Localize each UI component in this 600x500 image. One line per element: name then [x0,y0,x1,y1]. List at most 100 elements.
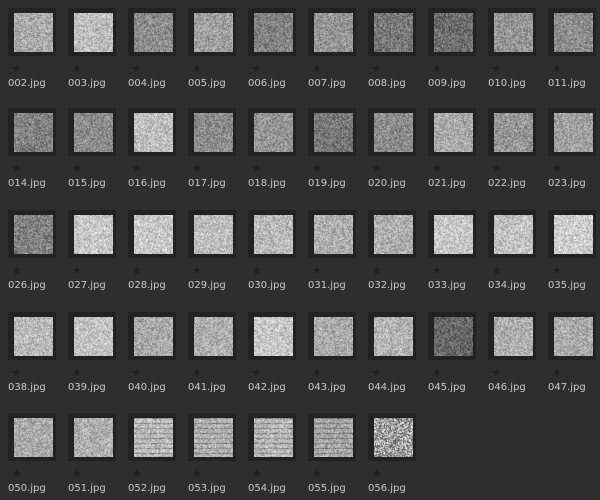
star-rating-icon[interactable]: ★ [132,265,142,277]
star-rating-icon[interactable]: ★ [132,468,142,480]
file-thumbnail-item[interactable]: ★ 040.jpg [128,312,184,402]
star-rating-icon[interactable]: ★ [552,63,562,75]
thumbnail-frame[interactable] [488,108,536,156]
file-thumbnail-item[interactable]: ★ 044.jpg [368,312,424,402]
file-thumbnail-item[interactable]: ★ 009.jpg [428,8,484,98]
thumbnail-frame[interactable] [248,210,296,258]
thumbnail-frame[interactable] [68,210,116,258]
file-thumbnail-item[interactable]: ★ 052.jpg [128,413,184,500]
star-rating-icon[interactable]: ★ [492,265,502,277]
file-thumbnail-item[interactable]: ★ 039.jpg [68,312,124,402]
thumbnail-frame[interactable] [548,8,596,56]
thumbnail-frame[interactable] [188,312,236,360]
star-rating-icon[interactable]: ★ [252,468,262,480]
thumbnail-frame[interactable] [188,108,236,156]
star-rating-icon[interactable]: ★ [312,63,322,75]
star-rating-icon[interactable]: ★ [12,468,22,480]
star-rating-icon[interactable]: ★ [12,367,22,379]
file-thumbnail-item[interactable]: ★ 053.jpg [188,413,244,500]
file-thumbnail-item[interactable]: ★ 010.jpg [488,8,544,98]
thumbnail-frame[interactable] [548,210,596,258]
file-thumbnail-item[interactable]: ★ 034.jpg [488,210,544,300]
file-thumbnail-item[interactable]: ★ 043.jpg [308,312,364,402]
thumbnail-frame[interactable] [8,108,56,156]
thumbnail-frame[interactable] [308,210,356,258]
star-rating-icon[interactable]: ★ [492,163,502,175]
star-rating-icon[interactable]: ★ [192,468,202,480]
thumbnail-frame[interactable] [68,312,116,360]
star-rating-icon[interactable]: ★ [432,163,442,175]
thumbnail-frame[interactable] [368,312,416,360]
star-rating-icon[interactable]: ★ [432,265,442,277]
file-thumbnail-item[interactable]: ★ 023.jpg [548,108,600,198]
file-thumbnail-item[interactable]: ★ 011.jpg [548,8,600,98]
star-rating-icon[interactable]: ★ [192,163,202,175]
file-thumbnail-item[interactable]: ★ 033.jpg [428,210,484,300]
star-rating-icon[interactable]: ★ [132,367,142,379]
star-rating-icon[interactable]: ★ [552,367,562,379]
thumbnail-frame[interactable] [248,108,296,156]
thumbnail-frame[interactable] [308,413,356,461]
file-thumbnail-item[interactable]: ★ 031.jpg [308,210,364,300]
thumbnail-frame[interactable] [428,8,476,56]
thumbnail-frame[interactable] [128,108,176,156]
thumbnail-frame[interactable] [248,312,296,360]
file-thumbnail-item[interactable]: ★ 022.jpg [488,108,544,198]
star-rating-icon[interactable]: ★ [552,265,562,277]
thumbnail-frame[interactable] [68,8,116,56]
thumbnail-frame[interactable] [368,413,416,461]
thumbnail-frame[interactable] [68,413,116,461]
thumbnail-frame[interactable] [188,210,236,258]
star-rating-icon[interactable]: ★ [552,163,562,175]
star-rating-icon[interactable]: ★ [72,265,82,277]
file-thumbnail-item[interactable]: ★ 017.jpg [188,108,244,198]
star-rating-icon[interactable]: ★ [72,163,82,175]
thumbnail-frame[interactable] [368,210,416,258]
file-thumbnail-item[interactable]: ★ 015.jpg [68,108,124,198]
star-rating-icon[interactable]: ★ [312,163,322,175]
star-rating-icon[interactable]: ★ [252,163,262,175]
file-thumbnail-item[interactable]: ★ 018.jpg [248,108,304,198]
file-thumbnail-item[interactable]: ★ 051.jpg [68,413,124,500]
star-rating-icon[interactable]: ★ [372,63,382,75]
thumbnail-frame[interactable] [68,108,116,156]
file-thumbnail-item[interactable]: ★ 050.jpg [8,413,64,500]
thumbnail-frame[interactable] [128,312,176,360]
file-thumbnail-item[interactable]: ★ 016.jpg [128,108,184,198]
star-rating-icon[interactable]: ★ [312,265,322,277]
thumbnail-frame[interactable] [188,8,236,56]
file-thumbnail-item[interactable]: ★ 003.jpg [68,8,124,98]
thumbnail-frame[interactable] [8,413,56,461]
star-rating-icon[interactable]: ★ [372,265,382,277]
thumbnail-frame[interactable] [548,312,596,360]
star-rating-icon[interactable]: ★ [72,63,82,75]
file-thumbnail-item[interactable]: ★ 005.jpg [188,8,244,98]
thumbnail-frame[interactable] [8,8,56,56]
star-rating-icon[interactable]: ★ [432,63,442,75]
file-thumbnail-item[interactable]: ★ 041.jpg [188,312,244,402]
star-rating-icon[interactable]: ★ [72,468,82,480]
thumbnail-frame[interactable] [428,312,476,360]
file-thumbnail-item[interactable]: ★ 002.jpg [8,8,64,98]
file-thumbnail-item[interactable]: ★ 056.jpg [368,413,424,500]
star-rating-icon[interactable]: ★ [252,367,262,379]
file-thumbnail-item[interactable]: ★ 042.jpg [248,312,304,402]
file-thumbnail-item[interactable]: ★ 055.jpg [308,413,364,500]
file-thumbnail-item[interactable]: ★ 008.jpg [368,8,424,98]
thumbnail-frame[interactable] [128,413,176,461]
file-thumbnail-item[interactable]: ★ 046.jpg [488,312,544,402]
star-rating-icon[interactable]: ★ [372,468,382,480]
star-rating-icon[interactable]: ★ [312,468,322,480]
file-thumbnail-item[interactable]: ★ 027.jpg [68,210,124,300]
file-thumbnail-item[interactable]: ★ 029.jpg [188,210,244,300]
thumbnail-frame[interactable] [128,8,176,56]
file-thumbnail-item[interactable]: ★ 014.jpg [8,108,64,198]
star-rating-icon[interactable]: ★ [132,163,142,175]
thumbnail-frame[interactable] [548,108,596,156]
file-thumbnail-item[interactable]: ★ 004.jpg [128,8,184,98]
star-rating-icon[interactable]: ★ [192,63,202,75]
thumbnail-frame[interactable] [488,312,536,360]
star-rating-icon[interactable]: ★ [492,63,502,75]
thumbnail-frame[interactable] [8,312,56,360]
file-thumbnail-item[interactable]: ★ 007.jpg [308,8,364,98]
